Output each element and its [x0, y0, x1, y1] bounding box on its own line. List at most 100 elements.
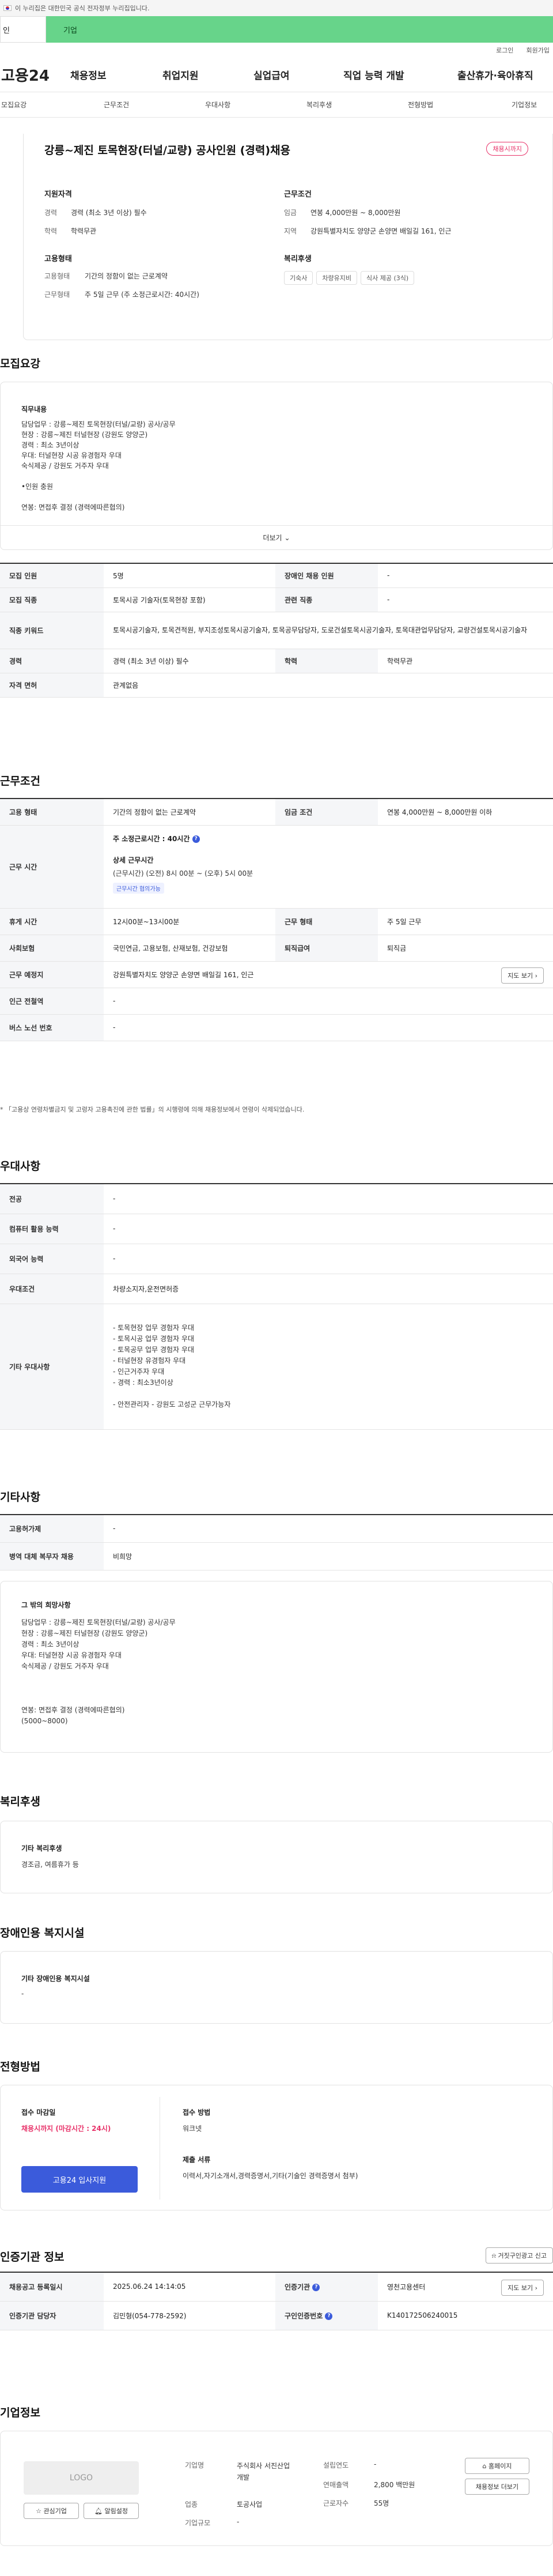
table-row: 전공 - [0, 1184, 553, 1214]
table-row: 근무 시간 주 소정근로시간 : 40시간 ? 상세 근무시간 (근무시간) (… [0, 825, 553, 909]
job-title: 강릉~제진 토목현장(터널/교량) 공사인원 (경력)채용 [44, 144, 291, 157]
table-row: 버스 노선 번호 - [0, 1014, 553, 1041]
disability-title: 장애인용 복지시설 [0, 1927, 85, 1939]
recruit-table: 모집 인원 5명 장애인 채용 인원 - 모집 직종 토목시공 기술자(토목현장… [0, 563, 553, 698]
disability-box: 기타 장애인용 복지시설 - [0, 1951, 553, 2024]
status-badge: 채용시까지 [486, 142, 528, 156]
cert-map-button[interactable]: 지도 보기 › [501, 2280, 544, 2296]
more-button[interactable]: 더보기 ⌄ [1, 525, 552, 549]
etc-box: 그 밖의 희망사항 담당업무 : 강릉~제진 토목현장(터널/교량) 공사/공무… [0, 1581, 553, 1753]
table-row: 근무 예정지 강원특별자치도 양양군 손양면 배일길 161, 인근 지도 보기… [0, 961, 553, 988]
cond-title: 근무조건 [284, 190, 312, 199]
table-row: 사회보험 국민연금, 고용보험, 산재보험, 건강보험 퇴직급여 퇴직금 [0, 935, 553, 962]
more-jobs-button[interactable]: 채용정보 더보기 [465, 2479, 529, 2495]
selection-title: 전형방법 [0, 2061, 40, 2073]
table-row: 모집 인원 5명 장애인 채용 인원 - [0, 563, 553, 588]
info-icon[interactable]: ? [192, 835, 200, 843]
table-row: 모집 직종 토목시공 기술자(토목현장 포함) 관련 직종 - [0, 587, 553, 612]
subnav-pref[interactable]: 우대사항 [205, 100, 230, 110]
chevron-down-icon: ⌄ [284, 533, 290, 542]
map-button[interactable]: 지도 보기 › [501, 967, 544, 984]
bell-icon: ⍾ [491, 2252, 497, 2259]
emp-list: 고용형태 기간의 정함이 없는 근로계약 근무형태 주 5일 근무 (주 소정근로시… [44, 272, 199, 299]
table-row: 직종 키워드 토목시공기술자, 토목견적원, 부지조성토목시공기술자, 토목공무… [0, 612, 553, 649]
table-row: 외국어 능력 - [0, 1244, 553, 1274]
apply-button[interactable]: 고용24 입사지원 [21, 2166, 138, 2193]
deadline-text: 채용시까지 (마감시간 : 24시) [21, 2125, 111, 2133]
age-note: * 「고용상 연령차별금지 및 고령자 고용촉진에 관한 법률」의 시행령에 의… [0, 1106, 305, 1113]
table-row: 인근 전철역 - [0, 988, 553, 1015]
summary-card: 강릉~제진 토목현장(터널/교량) 공사인원 (경력)채용 채용시까지 지원자격… [23, 134, 553, 340]
home-icon: ⌂ [482, 2462, 487, 2470]
welfare-tag: 기숙사 [284, 271, 313, 285]
pref-title: 우대사항 [0, 1160, 40, 1173]
homepage-button[interactable]: ⌂ 홈페이지 [465, 2458, 529, 2474]
welfare-tag: 식사 제공 (3식) [360, 271, 415, 285]
section-nav: 모집요강 근무조건 우대사항 복리후생 전형방법 기업정보 [0, 92, 553, 118]
tab-company[interactable]: 기업 [46, 16, 553, 43]
table-row: 휴게 시간 12시00분~13시00분 근무 형태 주 5일 근무 [0, 908, 553, 935]
qual-list: 경력 경력 (최소 3년 이상) 필수 학력 학력무관 [44, 209, 147, 235]
chevron-right-icon: › [535, 2284, 537, 2292]
table-row: 고용허가제 - [0, 1515, 553, 1543]
bell-icon: 🔔︎ [94, 2507, 103, 2515]
info-icon[interactable]: ? [325, 2312, 333, 2320]
top-tabs: 인 기업 [0, 16, 553, 43]
subnav-welfare[interactable]: 복리후생 [306, 100, 332, 110]
table-row: 경력 경력 (최소 3년 이상) 필수 학력 학력무관 [0, 649, 553, 673]
etc-title: 기타사항 [0, 1491, 40, 1504]
work-title: 근무조건 [0, 775, 40, 788]
table-row: 고용 형태 기간의 정함이 없는 근로계약 임금 조건 연봉 4,000만원 ~… [0, 799, 553, 826]
chevron-right-icon: › [535, 971, 537, 980]
table-row: 우대조건 차량소지자,운전면허증 [0, 1274, 553, 1304]
welfare-title: 복리후생 [284, 255, 312, 263]
work-table: 고용 형태 기간의 정함이 없는 근로계약 임금 조건 연봉 4,000만원 ~… [0, 798, 553, 1041]
table-row: 자격 면허 관계없음 [0, 673, 553, 698]
table-row: 기타 우대사항 - 토목현장 업무 경험자 우대 - 토목시공 업무 경험자 우… [0, 1304, 553, 1430]
gnb-item-training[interactable]: 직업 능력 개발 [343, 67, 404, 82]
site-logo[interactable]: 고용24 [0, 64, 58, 85]
qual-title: 지원자격 [44, 190, 72, 199]
gov-banner: 이 누리집은 대한민국 공식 전자정부 누리집입니다. [0, 0, 553, 16]
notify-button[interactable]: 🔔︎ 알림설정 [84, 2503, 139, 2519]
duty-text: 담당업무 : 강릉~제진 토목현장(터널/교량) 공사/공무 현장 : 강릉~제… [21, 420, 176, 511]
gnb-item-leave[interactable]: 출산휴가·육아휴직 [457, 67, 533, 82]
flag-icon [3, 5, 12, 11]
subnav-company[interactable]: 기업정보 [512, 100, 537, 110]
gnb-item-jobs[interactable]: 채용정보 [70, 67, 107, 82]
duty-card: 직무내용 담당업무 : 강릉~제진 토목현장(터널/교량) 공사/공무 현장 :… [0, 382, 553, 550]
welfare-section-title: 복리후생 [0, 1795, 40, 1808]
cond-list: 임금 연봉 4,000만원 ~ 8,000만원 지역 강원특별자치도 양양군 손양면… [284, 209, 452, 235]
recruit-title: 모집요강 [0, 357, 40, 370]
selection-box: 접수 마감일 채용시까지 (마감시간 : 24시) 고용24 입사지원 접수 방… [0, 2085, 553, 2210]
report-button[interactable]: ⍾ 거짓구인광고 신고 [485, 2247, 553, 2264]
pref-table: 전공 - 컴퓨터 활용 능력 - 외국어 능력 - 우대조건 차량소지자,운전면… [0, 1183, 553, 1430]
company-logo: LOGO [24, 2461, 139, 2495]
gnb-item-benefit[interactable]: 실업급여 [253, 67, 290, 82]
cert-table: 채용공고 등록일시 2025.06.24 14:14:05 인증기관 ? 영천고… [0, 2272, 553, 2330]
signup-link[interactable]: 회원가입 [527, 46, 550, 55]
fav-company-button[interactable]: ☆ 관심기업 [24, 2503, 79, 2519]
subnav-recruit[interactable]: 모집요강 [1, 100, 26, 110]
util-links: 로그인 회원가입 [0, 43, 553, 58]
emp-title: 고용형태 [44, 255, 72, 263]
etc-table: 고용허가제 - 병역 대체 복무자 채용 비희망 [0, 1514, 553, 1571]
hours-tag: 근무시간 협의가능 [113, 882, 164, 894]
global-nav: 고용24 채용정보 취업지원 실업급여 직업 능력 개발 출산휴가·육아휴직 [0, 58, 553, 92]
welfare-tags: 기숙사 차량유지비 식사 제공 (3식) [284, 271, 418, 285]
info-icon[interactable]: ? [312, 2283, 320, 2291]
table-row: 인증기관 담당자 김민형(054-778-2592) 구인인증번호 ? K140… [0, 2301, 553, 2330]
welfare-box: 기타 복리후생 경조금, 여름휴가 등 [0, 1821, 553, 1893]
welfare-tag: 차량유지비 [316, 271, 357, 285]
table-row: 채용공고 등록일시 2025.06.24 14:14:05 인증기관 ? 영천고… [0, 2272, 553, 2302]
duty-title: 직무내용 [21, 405, 47, 413]
subnav-work[interactable]: 근무조건 [104, 100, 129, 110]
tab-personal[interactable]: 인 [0, 16, 46, 43]
company-box: LOGO ☆ 관심기업 🔔︎ 알림설정 기업명 주식회사 서진산업개발 업종 토… [0, 2431, 553, 2546]
star-icon: ☆ [36, 2507, 41, 2515]
company-title: 기업정보 [0, 2406, 40, 2419]
subnav-selection[interactable]: 전형방법 [408, 100, 433, 110]
table-row: 컴퓨터 활용 능력 - [0, 1214, 553, 1244]
gnb-item-support[interactable]: 취업지원 [162, 67, 199, 82]
login-link[interactable]: 로그인 [496, 46, 513, 55]
